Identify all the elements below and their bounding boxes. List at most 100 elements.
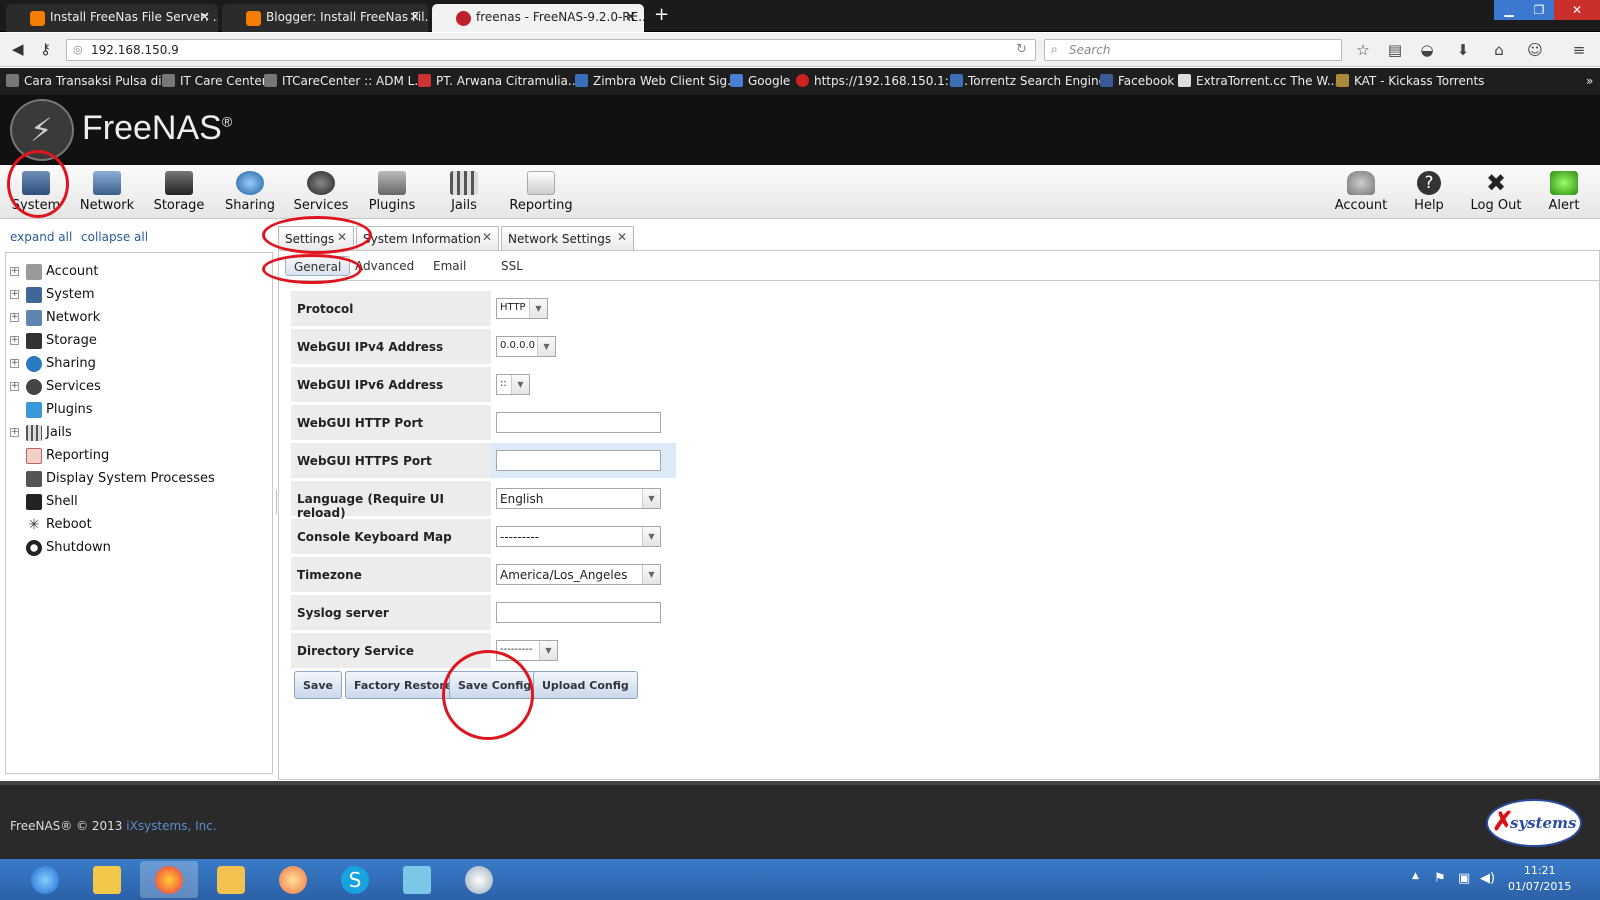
subtab-advanced[interactable]: Advanced [347,256,422,276]
language-select[interactable]: English ▼ [496,488,661,509]
ie-taskbar-button[interactable] [16,861,74,898]
bookmark-item[interactable]: Cara Transaksi Pulsa di... [6,74,173,88]
menu-icon[interactable]: ≡ [1568,39,1590,61]
subtab-email[interactable]: Email [425,256,474,276]
bookmark-item[interactable]: PT. Arwana Citramulia... [418,74,579,88]
bookmark-item[interactable]: Torrentz Search Engine [950,74,1106,88]
field-label: WebGUI IPv6 Address [291,367,491,402]
ixsystems-logo: ✗ systems [1486,799,1582,847]
paint-taskbar-button[interactable] [450,861,508,898]
bookmark-item[interactable]: KAT - Kickass Torrents [1336,74,1484,88]
app-taskbar-button[interactable] [264,861,322,898]
upload-config-button[interactable]: Upload Config [533,671,638,699]
search-input[interactable]: ⌕ Search [1044,39,1342,61]
tab-settings[interactable]: Settings ✕ [278,226,354,250]
expand-icon[interactable]: + [10,313,19,322]
flag-icon[interactable]: ⚑ [1434,871,1446,886]
explorer-taskbar-button[interactable] [78,861,136,898]
expand-all-link[interactable]: expand all [10,230,72,244]
logout-x-icon: ✖ [1485,169,1507,197]
protocol-select[interactable]: HTTP ▼ [496,298,548,319]
chat-icon[interactable]: ☺ [1524,39,1546,61]
expand-icon[interactable]: + [10,382,19,391]
close-icon[interactable]: ✕ [337,230,347,244]
bookmark-item[interactable]: https://192.168.150.1:3... [796,74,968,88]
browser-tab-2[interactable]: Blogger: Install FreeNas Fil... ✕ [222,4,428,32]
maximize-button[interactable]: ❐ [1524,0,1554,20]
download-icon[interactable]: ⬇ [1452,39,1474,61]
expand-icon[interactable]: + [10,267,19,276]
pocket-icon[interactable]: ◒ [1416,39,1438,61]
browser-tab-3[interactable]: freenas - FreeNAS-9.2.0-RE... ✕ [432,4,644,32]
network-tray-icon[interactable]: ▣ [1458,871,1470,886]
ipv4-address-select[interactable]: 0.0.0.0 ▼ [496,336,556,357]
page-icon [1178,74,1191,87]
form-row-http-port: WebGUI HTTP Port [291,405,691,440]
keyboard-map-select[interactable]: --------- ▼ [496,526,661,547]
volume-icon[interactable]: ◀) [1480,871,1495,886]
outlook-taskbar-button[interactable] [202,861,260,898]
home-icon[interactable]: ⌂ [1488,39,1510,61]
factory-restore-button[interactable]: Factory Restore [345,671,462,699]
skype-taskbar-button[interactable]: S [326,861,384,898]
notes-taskbar-button[interactable] [388,861,446,898]
window-close-button[interactable]: ✕ [1554,0,1600,20]
timezone-select[interactable]: America/Los_Angeles ▼ [496,564,661,585]
close-icon[interactable]: ✕ [625,10,636,25]
toolbar-system[interactable]: System [0,165,72,219]
page-icon [418,74,431,87]
bookmarks-overflow[interactable]: » [1586,74,1593,88]
ixsystems-link[interactable]: iXsystems, Inc. [126,819,216,833]
reading-list-icon[interactable]: ▤ [1384,39,1406,61]
bookmark-item[interactable]: IT Care Center [162,74,267,88]
collapse-all-link[interactable]: collapse all [81,230,148,244]
toolbar-storage[interactable]: Storage [143,165,215,219]
bookmark-item[interactable]: Zimbra Web Client Sig... [575,74,739,88]
copyright-text: FreeNAS® © 2013 iXsystems, Inc. [10,819,217,833]
close-icon[interactable]: ✕ [409,10,420,25]
close-icon[interactable]: ✕ [199,10,210,25]
toolbar-services[interactable]: Services [285,165,357,219]
minimize-button[interactable]: ▁ [1494,0,1524,20]
toolbar-logout[interactable]: ✖ Log Out [1460,165,1532,219]
toolbar-jails[interactable]: Jails [428,165,500,219]
toolbar-alert[interactable]: Alert [1528,165,1600,219]
show-hidden-icons[interactable]: ▲ [1412,871,1419,881]
bookmark-star-icon[interactable]: ☆ [1352,39,1374,61]
toolbar-reporting[interactable]: Reporting [505,165,577,219]
syslog-server-input[interactable] [496,602,661,623]
ipv6-address-select[interactable]: :: ▼ [496,374,530,395]
url-bar[interactable]: ◎ 192.168.150.9 ↻ [66,39,1036,61]
toolbar-network[interactable]: Network [71,165,143,219]
toolbar-help[interactable]: ? Help [1393,165,1465,219]
system-clock[interactable]: 11:21 01/07/2015 [1508,863,1571,895]
save-button[interactable]: Save [294,671,342,699]
bookmark-item[interactable]: Facebook [1100,74,1174,88]
expand-icon[interactable]: + [10,428,19,437]
toolbar-account[interactable]: Account [1325,165,1397,219]
bookmark-item[interactable]: Google [730,74,790,88]
directory-service-select[interactable]: --------- ▼ [496,640,558,661]
subtab-ssl[interactable]: SSL [493,256,531,276]
bookmark-item[interactable]: ExtraTorrent.cc The W... [1178,74,1338,88]
http-port-input[interactable] [496,412,661,433]
tab-network-settings[interactable]: Network Settings ✕ [501,226,634,250]
firefox-taskbar-button[interactable] [140,861,198,898]
save-config-button[interactable]: Save Config [449,671,541,699]
bookmark-item[interactable]: ITCareCenter :: ADM L... [264,74,426,88]
expand-icon[interactable]: + [10,359,19,368]
new-tab-button[interactable]: + [654,4,669,25]
back-icon[interactable]: ◀ [12,40,24,58]
expand-icon[interactable]: + [10,290,19,299]
close-icon[interactable]: ✕ [617,230,627,244]
expand-icon[interactable]: + [10,336,19,345]
https-port-input[interactable] [496,450,661,471]
key-icon[interactable]: ⚷ [40,40,51,58]
reload-icon[interactable]: ↻ [1016,42,1027,57]
toolbar-sharing[interactable]: Sharing [214,165,286,219]
subtab-general[interactable]: General [285,256,351,276]
tab-system-information[interactable]: System Information ✕ [356,226,499,250]
close-icon[interactable]: ✕ [482,230,492,244]
toolbar-plugins[interactable]: Plugins [356,165,428,219]
browser-tab-1[interactable]: Install FreeNas File Server: ... ✕ [6,4,218,32]
